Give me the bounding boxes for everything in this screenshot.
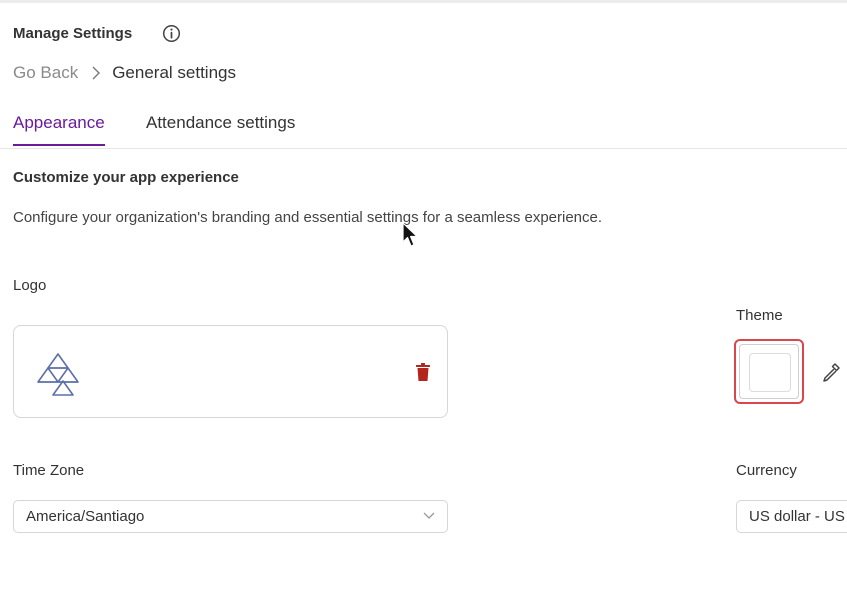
currency-select[interactable]: US dollar - US [736, 500, 847, 533]
go-back-link[interactable]: Go Back [13, 63, 78, 83]
section-description: Configure your organization's branding a… [13, 209, 603, 226]
chevron-down-icon [423, 512, 435, 519]
timezone-value: America/Santiago [26, 508, 145, 525]
tab-appearance[interactable]: Appearance [13, 112, 105, 146]
logo-label: Logo [13, 277, 47, 294]
info-icon[interactable] [162, 24, 181, 43]
breadcrumb-current: General settings [112, 63, 236, 82]
tab-attendance-settings[interactable]: Attendance settings [146, 112, 295, 146]
breadcrumb: Go Back General settings [13, 62, 236, 84]
currency-value: US dollar - US [749, 508, 845, 525]
theme-color-swatch[interactable] [734, 339, 804, 404]
logo-upload-box[interactable] [13, 325, 448, 418]
theme-color-preview [749, 353, 791, 392]
theme-label: Theme [736, 307, 783, 324]
page-title: Manage Settings [13, 25, 133, 42]
timezone-select[interactable]: America/Santiago [13, 500, 448, 533]
tab-bar: Appearance Attendance settings [0, 110, 847, 149]
mouse-pointer-icon [402, 222, 418, 247]
top-divider [0, 0, 847, 3]
swatch-frame [739, 344, 799, 399]
eyedropper-icon[interactable] [820, 361, 842, 383]
section-title: Customize your app experience [13, 169, 239, 186]
chevron-right-icon [92, 66, 101, 80]
triangle-logo-icon [37, 353, 79, 396]
timezone-label: Time Zone [13, 462, 85, 479]
currency-label: Currency [736, 462, 797, 479]
trash-icon[interactable] [414, 362, 432, 382]
